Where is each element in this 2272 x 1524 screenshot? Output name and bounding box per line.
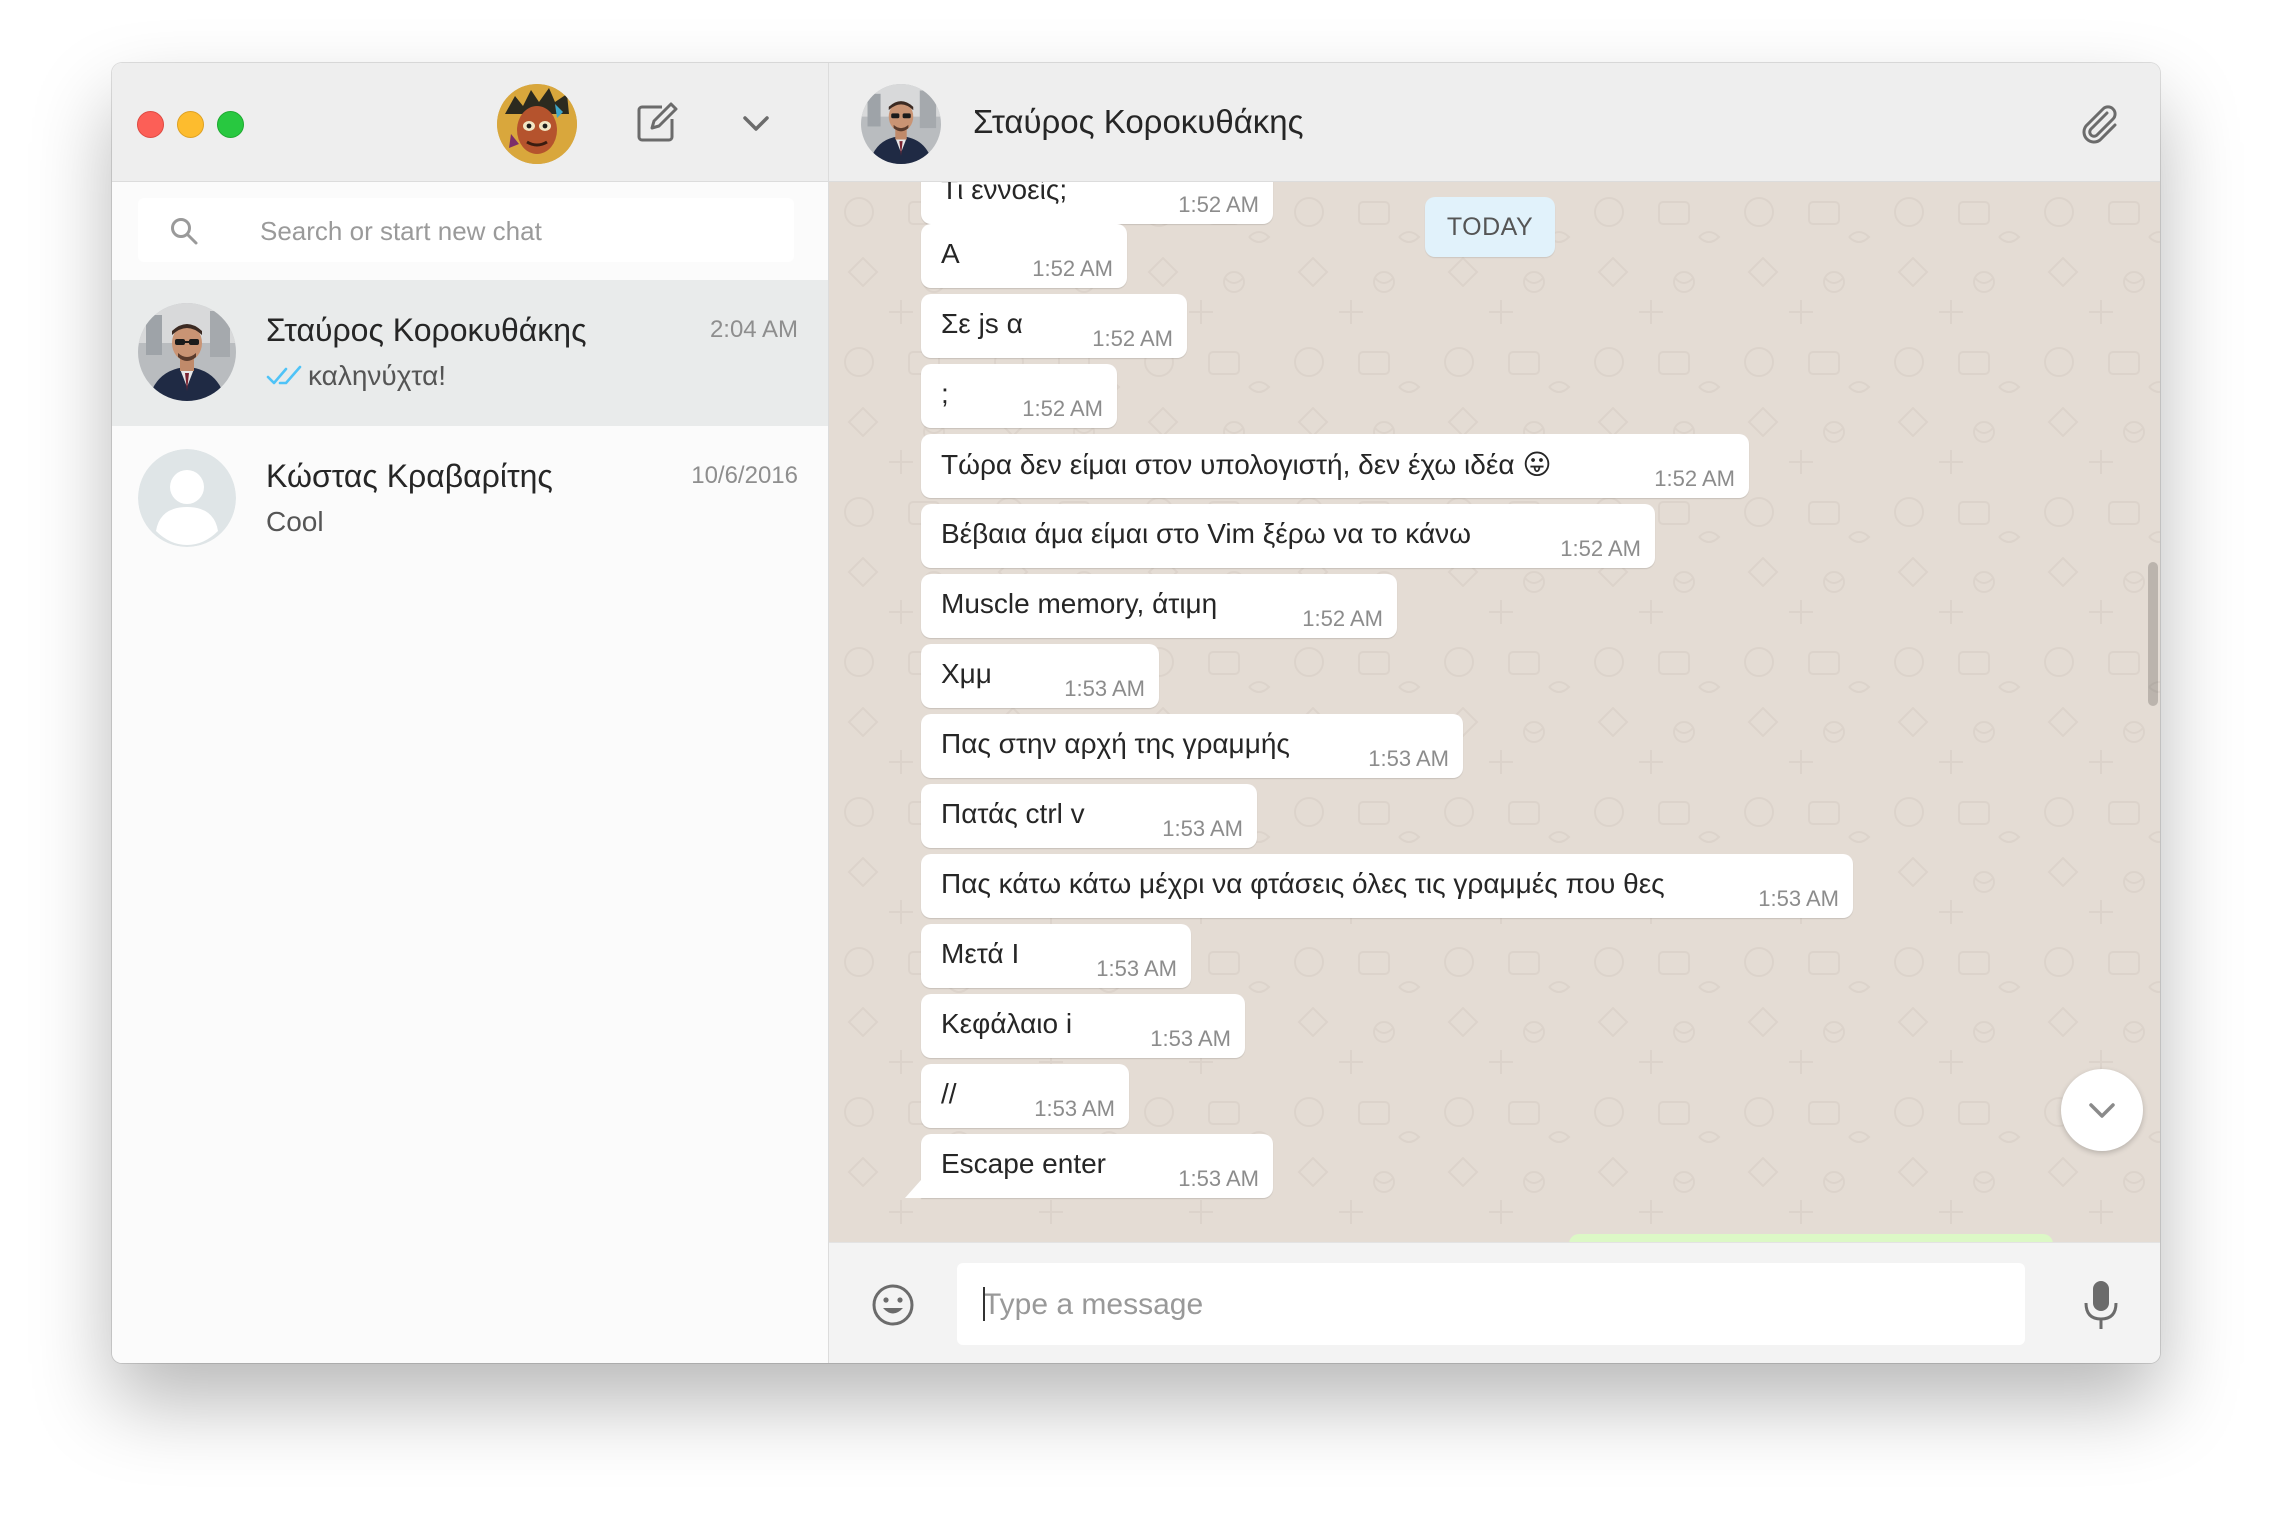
chat-time: 2:04 AM — [709, 316, 798, 343]
chat-name: Κώστας Κραβαρίτης — [266, 458, 553, 494]
message-time: 1:52 AM — [1560, 536, 1641, 561]
conversation-header: Σταύρος Κοροκυθάκης — [829, 63, 2160, 182]
message-list[interactable]: TODAY Τι εννοείς; 1:52 AM Α 1:52 AM Σε j… — [829, 182, 2160, 1242]
default-avatar-icon — [138, 449, 236, 547]
message-time: 1:52 AM — [1302, 606, 1383, 631]
message-bubble[interactable]: Πας στην αρχή της γραμμής 1:53 AM — [921, 714, 1463, 778]
message-time: 1:53 AM — [1162, 816, 1243, 841]
window-minimize-button[interactable] — [177, 111, 204, 138]
message-text: Muscle memory, άτιμη — [941, 588, 1218, 619]
message-bubble[interactable]: Σε js α 1:52 AM — [921, 294, 1187, 358]
message-text: Χμμ — [941, 658, 992, 689]
search-bar — [112, 182, 828, 281]
message-time: 1:52 AM — [1032, 256, 1113, 281]
message-bubble[interactable]: Muscle memory, άτιμη 1:52 AM — [921, 574, 1397, 638]
emoji-icon — [872, 1284, 914, 1326]
chat-preview: καληνύχτα! — [266, 360, 446, 392]
chat-preview: Cool — [266, 506, 324, 538]
chat-list-item[interactable]: Κώστας Κραβαρίτης 10/6/2016 Cool — [112, 426, 828, 572]
message-text: Πατάς ctrl v — [941, 798, 1085, 829]
attach-button[interactable] — [2075, 99, 2123, 147]
compose-icon — [637, 102, 678, 142]
scrollbar[interactable] — [2148, 562, 2158, 706]
window-maximize-button[interactable] — [217, 111, 244, 138]
message-input-box — [957, 1263, 2025, 1345]
message-bubble[interactable]: // 1:53 AM — [921, 1064, 1129, 1128]
message-text: Κεφάλαιο i — [941, 1008, 1073, 1039]
contact-avatar[interactable] — [861, 84, 941, 164]
window-close-button[interactable] — [137, 111, 164, 138]
message-time: 1:53 AM — [1368, 746, 1449, 771]
sidebar-menu-button[interactable] — [736, 103, 776, 143]
voice-message-button[interactable] — [2081, 1277, 2121, 1333]
message-time: 1:53 AM — [1034, 1096, 1115, 1121]
chat-preview-text: Cool — [266, 506, 324, 537]
message-text: // — [941, 1078, 957, 1109]
message-time: 1:53 AM — [1758, 886, 1839, 911]
sidebar: Σταύρος Κοροκυθάκης 2:04 AM καληνύχτα! Κ… — [112, 63, 829, 1363]
avatar — [138, 303, 236, 401]
scroll-to-bottom-button[interactable] — [2061, 1069, 2143, 1151]
message-time: 1:53 AM — [1178, 1166, 1259, 1191]
message-time: 1:52 AM — [1022, 396, 1103, 421]
message-bubble[interactable]: Βέβαια άμα είμαι στο Vim ξέρω να το κάνω… — [921, 504, 1655, 568]
message-bubble[interactable]: Α 1:52 AM — [921, 224, 1127, 288]
tongue-emoji-icon: 😛 — [1522, 449, 1552, 480]
message-text: Πας κάτω κάτω μέχρι να φτάσεις όλες τις … — [941, 868, 1665, 899]
message-text: Τι εννοείς; — [941, 182, 1068, 205]
text-caret — [983, 1287, 985, 1321]
paperclip-icon — [2082, 105, 2117, 144]
message-text-body: Τώρα δεν είμαι στον υπολογιστή, δεν έχω … — [941, 449, 1515, 480]
message-bubble[interactable]: Μετά Ι 1:53 AM — [921, 924, 1191, 988]
message-text: ; — [941, 378, 949, 409]
new-chat-button[interactable] — [632, 99, 680, 147]
message-bubble[interactable]: Πατάς ctrl v 1:53 AM — [921, 784, 1257, 848]
chevron-down-icon — [2089, 1103, 2115, 1118]
date-badge: TODAY — [1425, 197, 1555, 257]
message-input[interactable] — [981, 1281, 1985, 1329]
message-bubble[interactable]: Πας κάτω κάτω μέχρι να φτάσεις όλες τις … — [921, 854, 1853, 918]
chat-list-item[interactable]: Σταύρος Κοροκυθάκης 2:04 AM καληνύχτα! — [112, 280, 828, 426]
microphone-icon — [2084, 1281, 2118, 1329]
sidebar-header — [112, 63, 828, 182]
message-composer — [829, 1242, 2160, 1363]
outgoing-message-bubble-partial — [1569, 1234, 2053, 1242]
chat-preview-text: καληνύχτα! — [308, 360, 447, 391]
message-bubble[interactable]: Τώρα δεν είμαι στον υπολογιστή, δεν έχω … — [921, 434, 1749, 498]
contact-name[interactable]: Σταύρος Κοροκυθάκης — [973, 103, 1304, 141]
chat-name: Σταύρος Κοροκυθάκης — [266, 312, 587, 348]
double-check-icon — [266, 365, 302, 385]
message-bubble[interactable]: Escape enter 1:53 AM — [905, 1134, 1273, 1198]
conversation-panel: Σταύρος Κοροκυθάκης TODAY Τι εννοείς; 1:… — [829, 63, 2160, 1363]
search-input[interactable] — [258, 208, 762, 254]
message-bubble[interactable]: Χμμ 1:53 AM — [921, 644, 1159, 708]
emoji-button[interactable] — [869, 1281, 917, 1329]
chat-time: 10/6/2016 — [691, 462, 798, 489]
message-time: 1:53 AM — [1064, 676, 1145, 701]
message-bubble[interactable]: Τι εννοείς; 1:52 AM — [921, 182, 1273, 224]
message-time: 1:53 AM — [1150, 1026, 1231, 1051]
my-profile-avatar[interactable] — [497, 84, 577, 164]
message-text: Πας στην αρχή της γραμμής — [941, 728, 1290, 759]
message-bubble[interactable]: ; 1:52 AM — [921, 364, 1117, 428]
bubble-tail — [905, 1180, 921, 1198]
message-bubble[interactable]: Κεφάλαιο i 1:53 AM — [921, 994, 1245, 1058]
message-text: Escape enter — [941, 1148, 1106, 1179]
message-time: 1:52 AM — [1654, 466, 1735, 491]
message-time: 1:53 AM — [1096, 956, 1177, 981]
message-text: Α — [941, 238, 960, 269]
search-box — [138, 198, 794, 262]
app-window: Σταύρος Κοροκυθάκης 2:04 AM καληνύχτα! Κ… — [112, 63, 2160, 1363]
message-text: Βέβαια άμα είμαι στο Vim ξέρω να το κάνω — [941, 518, 1472, 549]
message-time: 1:52 AM — [1178, 192, 1259, 217]
chevron-down-icon — [743, 116, 769, 131]
message-text: Μετά Ι — [941, 938, 1020, 969]
message-time: 1:52 AM — [1092, 326, 1173, 351]
message-text: Σε js α — [941, 308, 1023, 339]
message-text: Τώρα δεν είμαι στον υπολογιστή, δεν έχω … — [941, 448, 1552, 481]
search-icon — [171, 218, 198, 245]
